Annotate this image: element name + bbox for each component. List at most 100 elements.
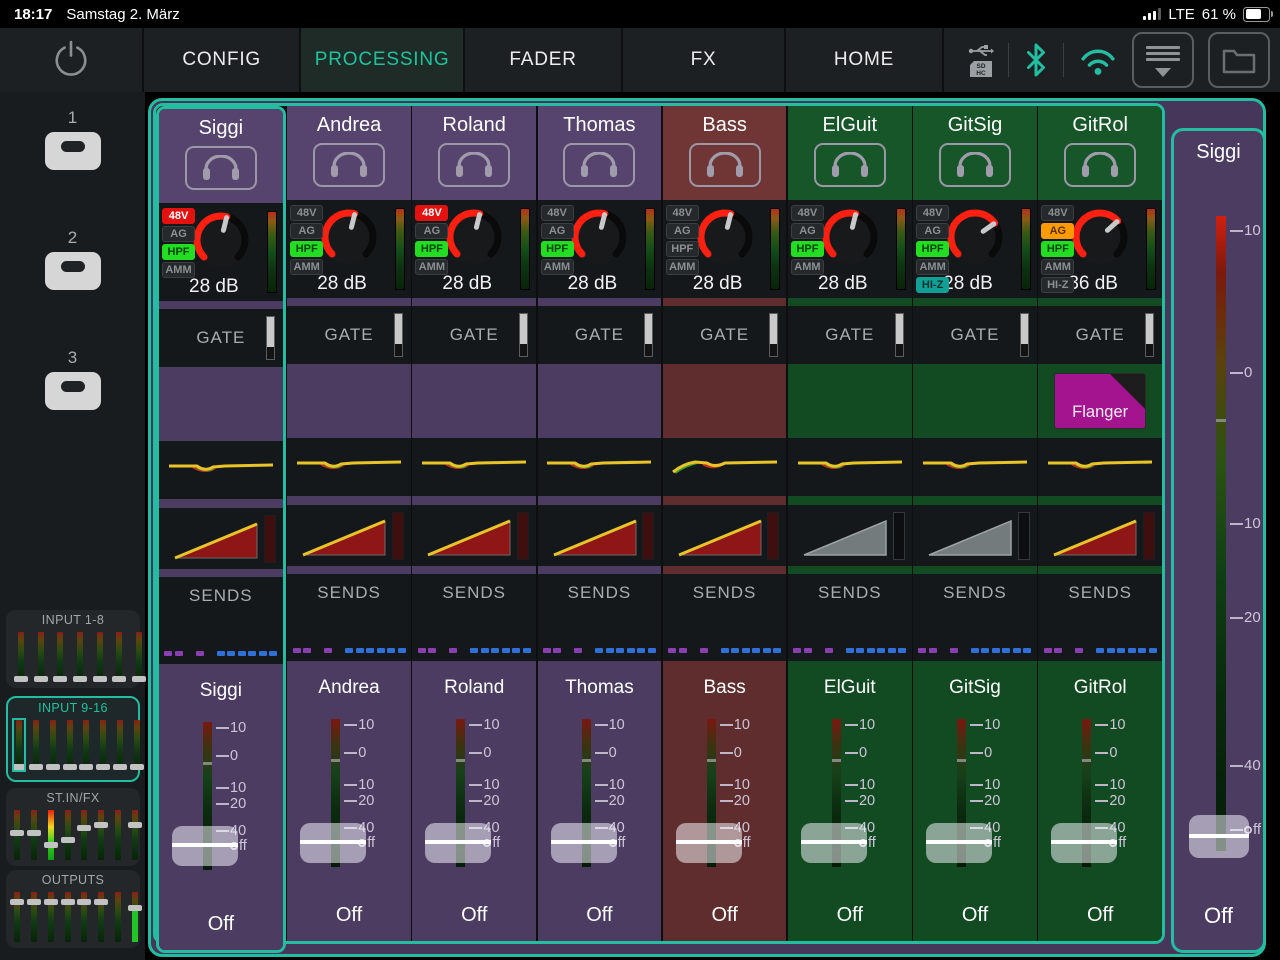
badge-ag[interactable]: AG bbox=[791, 223, 824, 239]
eq-section[interactable] bbox=[159, 441, 283, 499]
comp-section[interactable] bbox=[1038, 505, 1162, 566]
comp-section[interactable] bbox=[913, 505, 1037, 566]
channel-strip-andrea[interactable]: Andrea 48VAGHPFAMM 28 dB GATE bbox=[287, 106, 411, 941]
comp-section[interactable] bbox=[788, 505, 912, 566]
badge-ag[interactable]: AG bbox=[1041, 223, 1074, 239]
badge-48v[interactable]: 48V bbox=[162, 208, 195, 224]
insert-section[interactable] bbox=[788, 364, 912, 438]
insert-section[interactable] bbox=[663, 364, 787, 438]
insert-section[interactable] bbox=[159, 367, 283, 441]
gain-section[interactable]: 48VAGHPFAMMHI-Z 36 dB bbox=[1038, 200, 1162, 298]
meter-group-input-9-16[interactable]: INPUT 9-16 bbox=[6, 696, 140, 782]
gate-section[interactable]: GATE bbox=[538, 306, 662, 364]
badge-ag[interactable]: AG bbox=[541, 223, 574, 239]
channel-strip-roland[interactable]: Roland 48VAGHPFAMM 28 dB GATE bbox=[412, 106, 536, 941]
badge-48v[interactable]: 48V bbox=[415, 205, 448, 221]
insert-section[interactable] bbox=[412, 364, 536, 438]
comp-section[interactable] bbox=[412, 505, 536, 566]
badge-amm[interactable]: AMM bbox=[791, 259, 824, 275]
gain-section[interactable]: 48VAGHPFAMM 28 dB bbox=[663, 200, 787, 298]
badge-ag[interactable]: AG bbox=[415, 223, 448, 239]
badge-amm[interactable]: AMM bbox=[290, 259, 323, 275]
headphone-button[interactable] bbox=[563, 143, 635, 187]
badge-hpf[interactable]: HPF bbox=[162, 244, 195, 260]
fader-cap[interactable] bbox=[801, 823, 867, 863]
meter-group-outputs[interactable]: OUTPUTS bbox=[6, 870, 140, 948]
gate-section[interactable]: GATE bbox=[287, 306, 411, 364]
headphone-button[interactable] bbox=[689, 143, 761, 187]
fader-cap[interactable] bbox=[551, 823, 617, 863]
eq-section[interactable] bbox=[287, 438, 411, 496]
channel-strip-gitrol[interactable]: GitRol 48VAGHPFAMMHI-Z 36 dB GATE Flange… bbox=[1038, 106, 1162, 941]
insert-section[interactable] bbox=[538, 364, 662, 438]
meter-group-st-in-fx[interactable]: ST.IN/FX bbox=[6, 788, 140, 866]
insert-section[interactable] bbox=[287, 364, 411, 438]
eq-section[interactable] bbox=[538, 438, 662, 496]
gate-section[interactable]: GATE bbox=[159, 309, 283, 367]
fader-cap[interactable] bbox=[1051, 823, 1117, 863]
gain-section[interactable]: 48VAGHPFAMMHI-Z 28 dB bbox=[913, 200, 1037, 298]
gain-knob[interactable] bbox=[817, 204, 883, 270]
gain-section[interactable]: 48VAGHPFAMM 28 dB bbox=[412, 200, 536, 298]
comp-section[interactable] bbox=[159, 508, 283, 569]
channel-strip-thomas[interactable]: Thomas 48VAGHPFAMM 28 dB GATE bbox=[538, 106, 662, 941]
wifi-icon[interactable] bbox=[1078, 44, 1118, 76]
channel-strip-bass[interactable]: Bass 48VAGHPFAMM 28 dB GATE bbox=[663, 106, 787, 941]
gain-knob[interactable] bbox=[188, 207, 254, 273]
gain-knob[interactable] bbox=[942, 204, 1008, 270]
badge-amm[interactable]: AMM bbox=[1041, 259, 1074, 275]
badge-hi-z[interactable]: HI-Z bbox=[1041, 277, 1074, 293]
meter-group-input-1-8[interactable]: INPUT 1-8 bbox=[6, 610, 140, 688]
eq-section[interactable] bbox=[1038, 438, 1162, 496]
eq-section[interactable] bbox=[913, 438, 1037, 496]
gate-section[interactable]: GATE bbox=[913, 306, 1037, 364]
badge-48v[interactable]: 48V bbox=[541, 205, 574, 221]
comp-section[interactable] bbox=[287, 505, 411, 566]
bank-button-3[interactable]: 3 bbox=[0, 348, 145, 410]
badge-ag[interactable]: AG bbox=[290, 223, 323, 239]
badge-hi-z[interactable]: HI-Z bbox=[916, 277, 949, 293]
badge-amm[interactable]: AMM bbox=[541, 259, 574, 275]
tab-home[interactable]: HOME bbox=[786, 28, 944, 92]
badge-ag[interactable]: AG bbox=[916, 223, 949, 239]
gain-section[interactable]: 48VAGHPFAMM 28 dB bbox=[538, 200, 662, 298]
tab-config[interactable]: CONFIG bbox=[144, 28, 301, 92]
badge-hpf[interactable]: HPF bbox=[791, 241, 824, 257]
tab-fx[interactable]: FX bbox=[623, 28, 786, 92]
badge-48v[interactable]: 48V bbox=[666, 205, 699, 221]
comp-section[interactable] bbox=[663, 505, 787, 566]
badge-48v[interactable]: 48V bbox=[1041, 205, 1074, 221]
insert-section[interactable] bbox=[913, 364, 1037, 438]
badge-amm[interactable]: AMM bbox=[666, 259, 699, 275]
headphone-button[interactable] bbox=[313, 143, 385, 187]
channel-strip-elguit[interactable]: ElGuit 48VAGHPFAMM 28 dB GATE bbox=[788, 106, 912, 941]
sends-section[interactable]: SENDS bbox=[159, 577, 283, 664]
sends-section[interactable]: SENDS bbox=[913, 574, 1037, 661]
fader-cap[interactable] bbox=[300, 823, 366, 863]
badge-48v[interactable]: 48V bbox=[290, 205, 323, 221]
eq-section[interactable] bbox=[788, 438, 912, 496]
insert-effect-badge[interactable]: Flanger bbox=[1054, 373, 1146, 429]
eq-section[interactable] bbox=[663, 438, 787, 496]
badge-amm[interactable]: AMM bbox=[415, 259, 448, 275]
layers-menu-button[interactable] bbox=[1132, 32, 1194, 88]
bank-button-1[interactable]: 1 bbox=[0, 108, 145, 170]
gain-knob[interactable] bbox=[1067, 204, 1133, 270]
badge-hpf[interactable]: HPF bbox=[541, 241, 574, 257]
tab-processing[interactable]: PROCESSING bbox=[301, 28, 465, 92]
gain-knob[interactable] bbox=[316, 204, 382, 270]
badge-48v[interactable]: 48V bbox=[791, 205, 824, 221]
headphone-button[interactable] bbox=[939, 143, 1011, 187]
badge-hpf[interactable]: HPF bbox=[1041, 241, 1074, 257]
fader-cap[interactable] bbox=[425, 823, 491, 863]
main-fader-cap[interactable] bbox=[1189, 815, 1249, 858]
bank-button-2[interactable]: 2 bbox=[0, 228, 145, 290]
badge-hpf[interactable]: HPF bbox=[916, 241, 949, 257]
gate-section[interactable]: GATE bbox=[1038, 306, 1162, 364]
gain-knob[interactable] bbox=[566, 204, 632, 270]
badge-amm[interactable]: AMM bbox=[916, 259, 949, 275]
gain-knob[interactable] bbox=[692, 204, 758, 270]
sends-section[interactable]: SENDS bbox=[663, 574, 787, 661]
badge-48v[interactable]: 48V bbox=[916, 205, 949, 221]
comp-section[interactable] bbox=[538, 505, 662, 566]
